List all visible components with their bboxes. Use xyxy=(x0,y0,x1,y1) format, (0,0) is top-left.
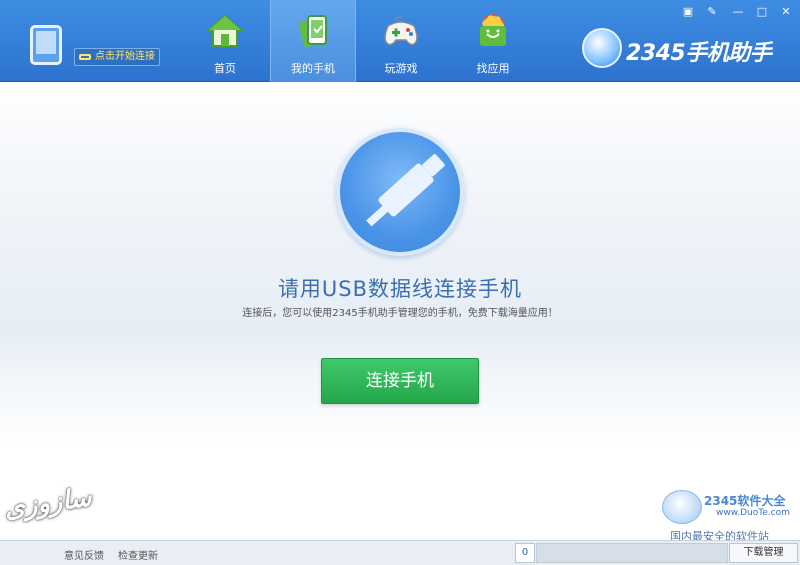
feedback-link[interactable]: 意见反馈 xyxy=(64,547,104,562)
tab-games[interactable]: 玩游戏 xyxy=(358,0,444,82)
logo-text: 2345手机助手 xyxy=(626,41,772,66)
connect-panel: 请用USB数据线连接手机 连接后，您可以使用2345手机助手管理您的手机，免费下… xyxy=(0,83,800,540)
house-icon xyxy=(206,14,244,47)
close-icon[interactable]: ✕ xyxy=(776,4,796,20)
tab-home[interactable]: 首页 xyxy=(182,0,268,82)
connect-hint-label: 点击开始连接 xyxy=(95,51,155,62)
connect-headline: 请用USB数据线连接手机 xyxy=(277,277,523,301)
status-bar: 意见反馈 检查更新 0 下载管理 xyxy=(0,540,800,565)
app-bag-icon xyxy=(480,14,506,46)
download-count-badge: 0 xyxy=(515,543,535,563)
phone-shield-icon xyxy=(298,15,327,48)
minimize-icon[interactable]: — xyxy=(728,4,748,20)
connect-phone-button[interactable]: 连接手机 xyxy=(321,358,479,404)
logo-badge-icon xyxy=(582,28,622,68)
usb-plug-shape xyxy=(377,162,435,218)
tab-home-label: 首页 xyxy=(214,62,236,75)
app-logo: 2345手机助手 xyxy=(582,28,792,70)
top-header: 点击开始连接 首页 我的手机 玩游戏 找应用 2345手机助手 ▣ ✎ — □ … xyxy=(0,0,800,82)
download-manager-button[interactable]: 下载管理 xyxy=(729,543,798,563)
watermark-url: www.DuoTe.com xyxy=(716,508,790,518)
tab-games-label: 玩游戏 xyxy=(384,62,418,75)
usb-connector-icon xyxy=(336,128,464,256)
watermark-brand: 2345软件大全 xyxy=(704,494,786,508)
maximize-icon[interactable]: □ xyxy=(752,4,772,20)
gamepad-icon xyxy=(384,16,418,46)
tab-my-phone[interactable]: 我的手机 xyxy=(270,0,356,82)
tab-apps-label: 找应用 xyxy=(476,62,510,75)
connect-subline: 连接后，您可以使用2345手机助手管理您的手机，免费下载海量应用！ xyxy=(242,308,558,319)
mascot-icon xyxy=(662,490,702,524)
feedback-icon[interactable]: ▣ xyxy=(678,4,698,20)
tab-apps[interactable]: 找应用 xyxy=(450,0,536,82)
settings-wrench-icon[interactable]: ✎ xyxy=(702,4,722,20)
download-progress-bar xyxy=(536,543,728,563)
check-update-link[interactable]: 检查更新 xyxy=(118,547,158,562)
duote-watermark: 2345软件大全 www.DuoTe.com 国内最安全的软件站 xyxy=(660,490,800,543)
tab-my-phone-label: 我的手机 xyxy=(291,62,335,75)
plug-icon xyxy=(79,54,91,60)
connect-hint-button[interactable]: 点击开始连接 xyxy=(74,48,160,66)
phone-device-icon xyxy=(30,25,62,65)
